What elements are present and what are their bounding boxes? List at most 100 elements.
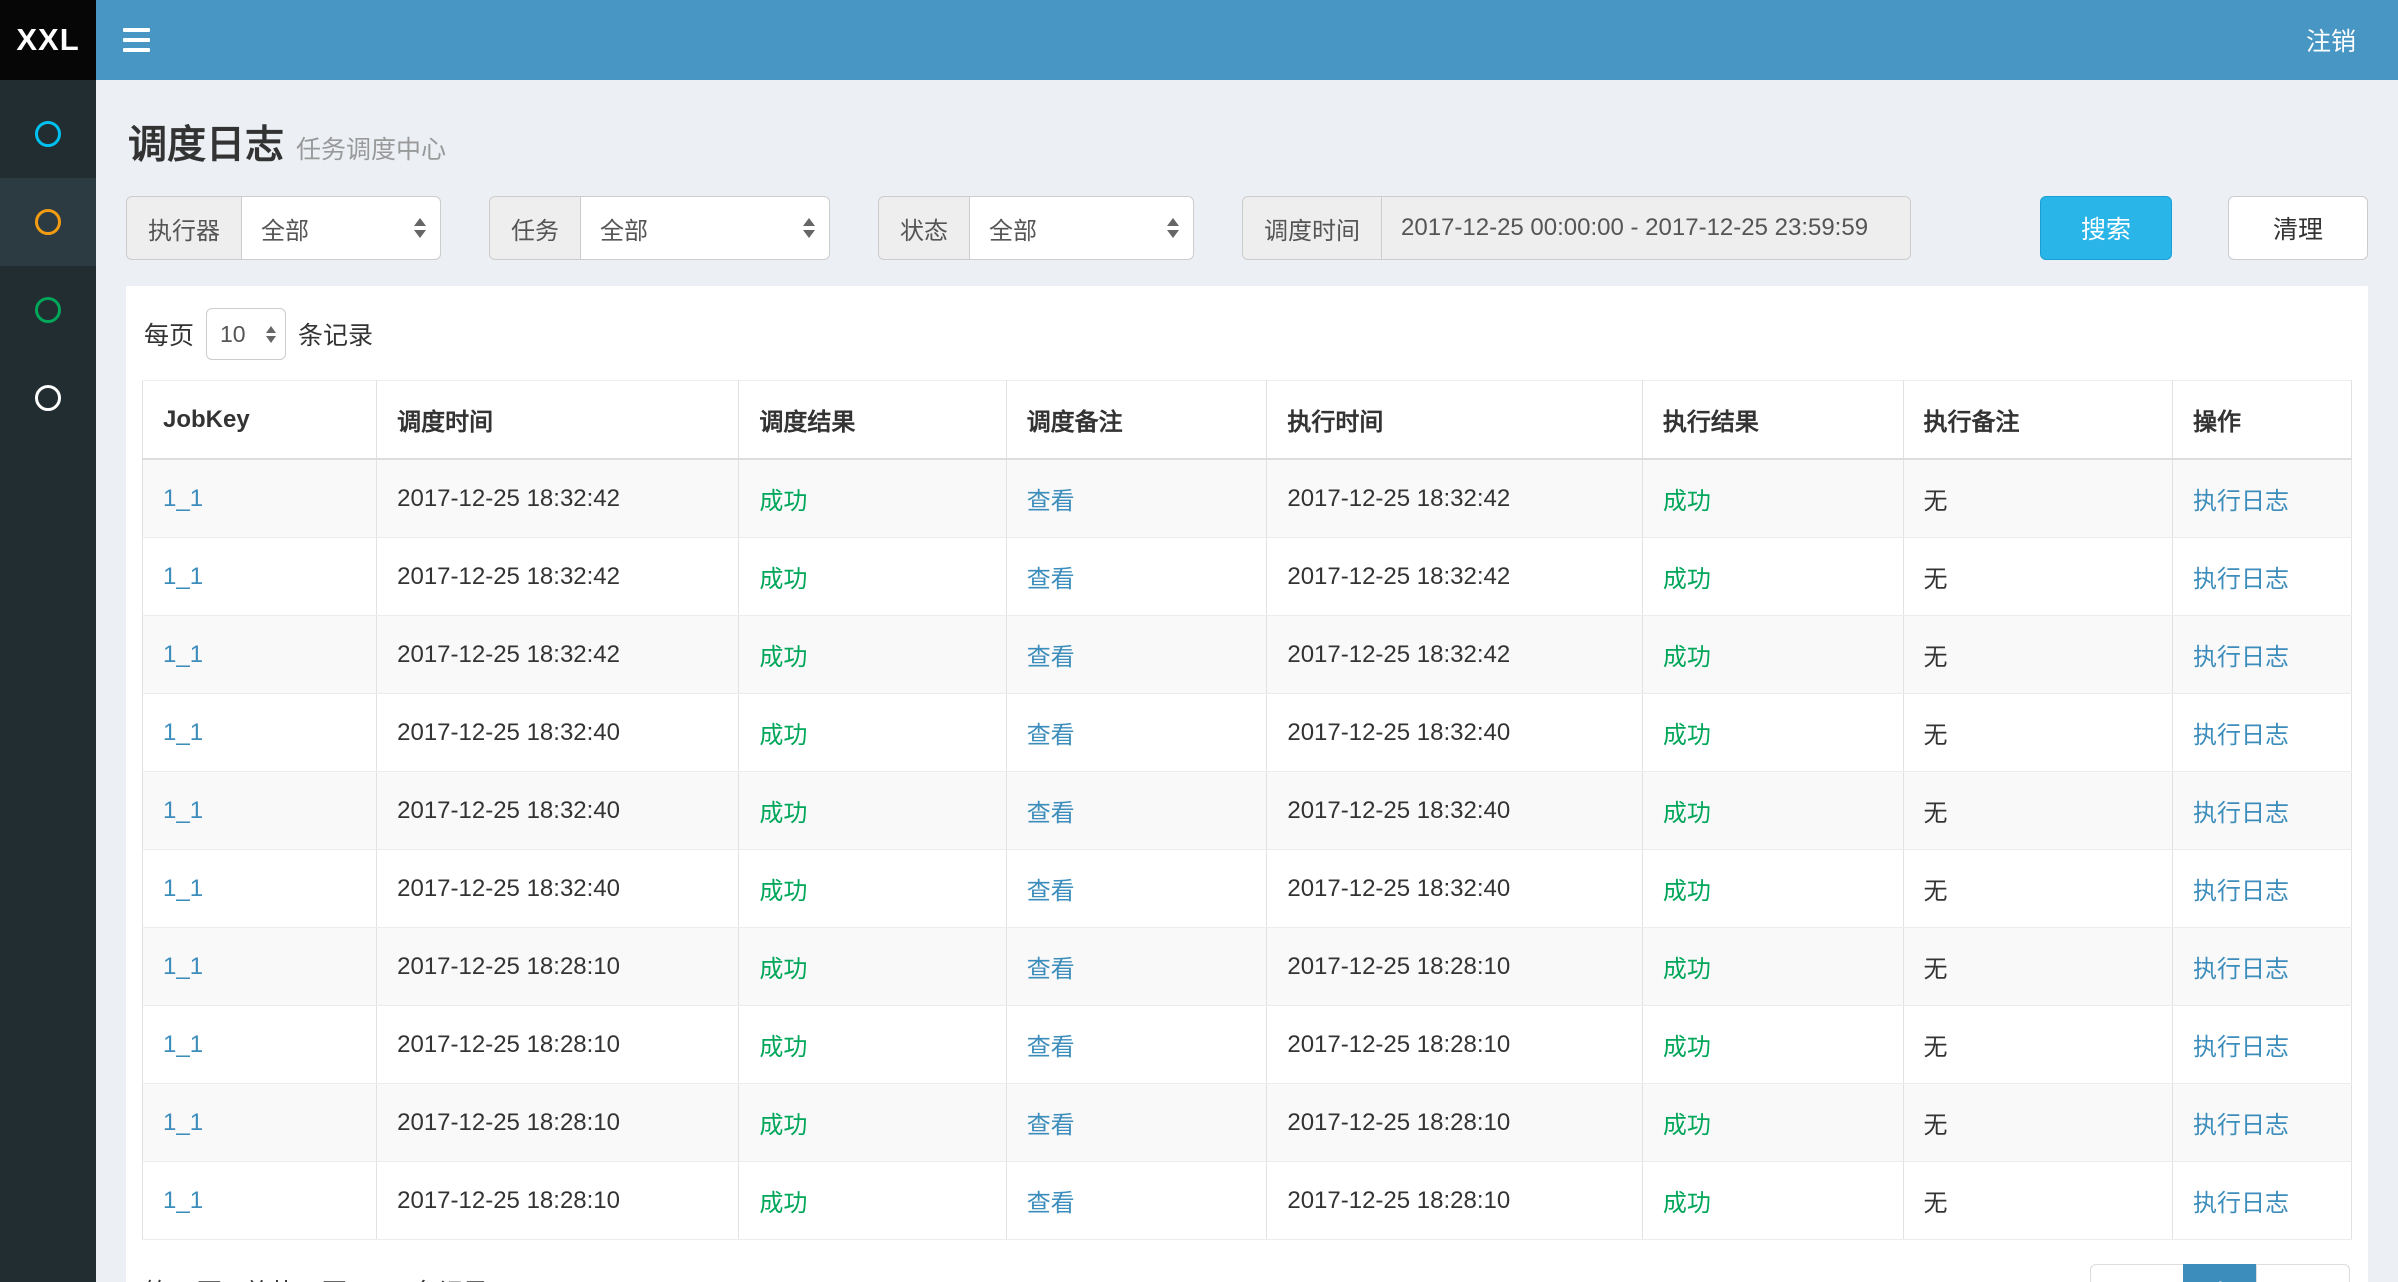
table-row: 1_1 2017-12-25 18:28:10 成功 查看 2017-12-25 18:…	[143, 928, 2352, 1006]
handle-time: 2017-12-25 18:32:40	[1287, 875, 1510, 902]
search-button[interactable]: 搜索	[2040, 196, 2172, 260]
column-header[interactable]: 执行时间	[1267, 381, 1643, 460]
table-row: 1_12017-12-25 18:32:40成功查看2017-12-25 18:…	[143, 694, 2352, 772]
column-header[interactable]: 执行备注	[1903, 381, 2172, 460]
page-size-prefix-label: 每页	[144, 316, 194, 352]
jobkey-link[interactable]: 1_1	[163, 485, 203, 512]
filter-bar: 执行器 全部 任务 全部 状态 全部	[126, 196, 2368, 260]
column-header[interactable]: 调度备注	[1006, 381, 1267, 460]
sidebar-toggle-button[interactable]	[96, 0, 176, 80]
column-header[interactable]: 执行结果	[1642, 381, 1903, 460]
app-logo[interactable]: XXL	[0, 0, 96, 80]
trigger-time: 2017-12-25 18:28:10	[397, 953, 620, 980]
handle-time: 2017-12-25 18:28:10	[1287, 953, 1510, 980]
status-selected-value: 全部	[989, 211, 1037, 246]
exec-log-link[interactable]: 执行日志	[2193, 1112, 2289, 1139]
trigger-msg-link[interactable]: 查看	[1027, 1112, 1075, 1139]
trigger-time: 2017-12-25 18:28:10	[397, 1031, 620, 1058]
log-table-header-row: JobKey调度时间调度结果调度备注执行时间执行结果执行备注操作	[143, 381, 2352, 460]
trigger-msg-link[interactable]: 查看	[1027, 644, 1075, 671]
trigger-result: 成功	[759, 956, 807, 983]
trigger-time: 2017-12-25 18:28:10	[397, 1187, 620, 1214]
logout-link[interactable]: 注销	[2264, 0, 2398, 80]
handle-time: 2017-12-25 18:28:10	[1287, 1109, 1510, 1136]
jobkey-link[interactable]: 1_1	[163, 797, 203, 824]
trigger-msg-link[interactable]: 查看	[1027, 878, 1075, 905]
status-select[interactable]: 全部	[969, 196, 1194, 260]
executor-selected-value: 全部	[261, 211, 309, 246]
trigger-msg-link[interactable]: 查看	[1027, 956, 1075, 983]
column-header[interactable]: 调度结果	[739, 381, 1006, 460]
column-header[interactable]: 操作	[2173, 381, 2352, 460]
hamburger-icon	[123, 28, 150, 32]
handle-msg: 无	[1924, 1034, 1948, 1061]
pagination: 上页 1 下页	[2090, 1264, 2350, 1282]
jobkey-link[interactable]: 1_1	[163, 1031, 203, 1058]
jobkey-link[interactable]: 1_1	[163, 1187, 203, 1214]
circle-icon	[35, 121, 61, 147]
jobkey-link[interactable]: 1_1	[163, 641, 203, 668]
exec-log-link[interactable]: 执行日志	[2193, 488, 2289, 515]
prev-page-button[interactable]: 上页	[2090, 1264, 2184, 1282]
sidebar-item-1[interactable]	[0, 90, 96, 178]
trigger-msg-link[interactable]: 查看	[1027, 800, 1075, 827]
exec-log-link[interactable]: 执行日志	[2193, 956, 2289, 983]
trigger-msg-link[interactable]: 查看	[1027, 566, 1075, 593]
main-content: 调度日志任务调度中心 执行器 全部 任务 全部 状态 全部	[96, 80, 2398, 1282]
jobkey-link[interactable]: 1_1	[163, 563, 203, 590]
current-page-button[interactable]: 1	[2183, 1264, 2257, 1282]
handle-result: 成功	[1663, 566, 1711, 593]
time-range-input[interactable]: 2017-12-25 00:00:00 - 2017-12-25 23:59:5…	[1381, 196, 1911, 260]
pagination-summary: 第 1 页 ( 总共 1 页， 10 条记录 )	[144, 1273, 504, 1282]
page-size-select[interactable]: 10	[206, 308, 286, 360]
table-footer: 第 1 页 ( 总共 1 页， 10 条记录 ) 上页 1 下页	[142, 1240, 2352, 1282]
exec-log-link[interactable]: 执行日志	[2193, 800, 2289, 827]
jobkey-link[interactable]: 1_1	[163, 719, 203, 746]
trigger-msg-link[interactable]: 查看	[1027, 1034, 1075, 1061]
next-page-button[interactable]: 下页	[2256, 1264, 2350, 1282]
column-header[interactable]: JobKey	[143, 381, 377, 460]
exec-log-link[interactable]: 执行日志	[2193, 722, 2289, 749]
trigger-msg-link[interactable]: 查看	[1027, 722, 1075, 749]
trigger-time: 2017-12-25 18:28:10	[397, 1109, 620, 1136]
log-table: JobKey调度时间调度结果调度备注执行时间执行结果执行备注操作 1_12017…	[142, 380, 2352, 1240]
trigger-result: 成功	[759, 1112, 807, 1139]
select-arrows-icon	[1167, 218, 1179, 238]
table-row: 1_12017-12-25 18:28:10成功查看2017-12-25 18:…	[143, 1006, 2352, 1084]
page-title: 调度日志	[128, 124, 284, 167]
executor-label: 执行器	[126, 196, 241, 260]
trigger-time: 2017-12-25 18:32:42	[397, 485, 620, 512]
job-selected-value: 全部	[600, 211, 648, 246]
exec-log-link[interactable]: 执行日志	[2193, 566, 2289, 593]
jobkey-link[interactable]: 1_1	[163, 953, 203, 980]
circle-icon	[35, 209, 61, 235]
log-table-panel: 每页 10 条记录 JobKey调度时间调度结果调度备注执行时间执行结果执行备注…	[126, 286, 2368, 1282]
sidebar-item-2[interactable]	[0, 178, 96, 266]
jobkey-link[interactable]: 1_1	[163, 1109, 203, 1136]
trigger-time-label: 调度时间	[1242, 196, 1381, 260]
select-arrows-icon	[414, 218, 426, 238]
sidebar-item-3[interactable]	[0, 266, 96, 354]
table-row: 1_12017-12-25 18:32:40成功查看2017-12-25 18:…	[143, 850, 2352, 928]
executor-select[interactable]: 全部	[241, 196, 441, 260]
handle-msg: 无	[1924, 488, 1948, 515]
exec-log-link[interactable]: 执行日志	[2193, 644, 2289, 671]
sidebar-item-4[interactable]	[0, 354, 96, 442]
handle-msg: 无	[1924, 566, 1948, 593]
column-header[interactable]: 调度时间	[377, 381, 739, 460]
trigger-msg-link[interactable]: 查看	[1027, 1190, 1075, 1217]
trigger-msg-link[interactable]: 查看	[1027, 488, 1075, 515]
table-row: 1_12017-12-25 18:32:42成功查看2017-12-25 18:…	[143, 616, 2352, 694]
exec-log-link[interactable]: 执行日志	[2193, 1034, 2289, 1061]
job-select[interactable]: 全部	[580, 196, 830, 260]
jobkey-link[interactable]: 1_1	[163, 875, 203, 902]
trigger-time: 2017-12-25 18:32:42	[397, 563, 620, 590]
handle-time: 2017-12-25 18:32:40	[1287, 797, 1510, 824]
handle-msg: 无	[1924, 1112, 1948, 1139]
exec-log-link[interactable]: 执行日志	[2193, 878, 2289, 905]
select-arrows-icon	[803, 218, 815, 238]
exec-log-link[interactable]: 执行日志	[2193, 1190, 2289, 1217]
page-size-value: 10	[220, 321, 246, 348]
clear-button[interactable]: 清理	[2228, 196, 2368, 260]
handle-result: 成功	[1663, 1034, 1711, 1061]
